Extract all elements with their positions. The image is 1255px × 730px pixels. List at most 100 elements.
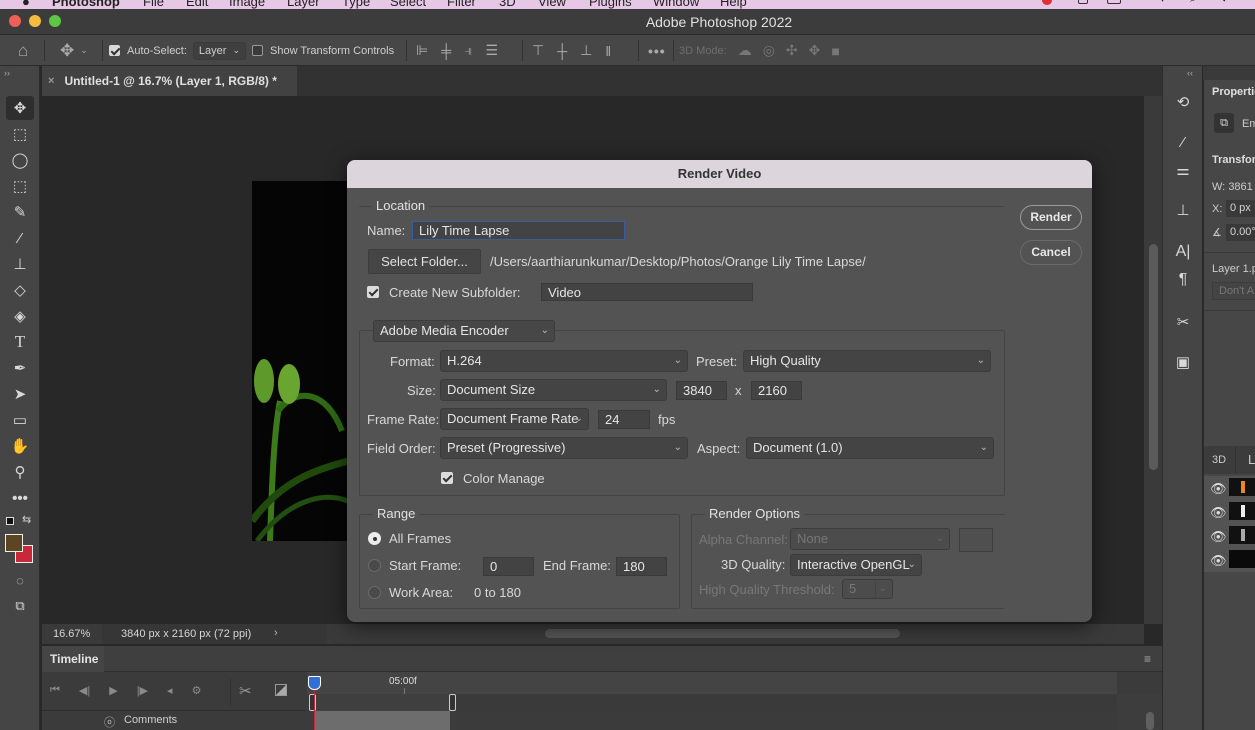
distribute-vertical-icon[interactable]: ☰ — [486, 42, 499, 59]
tray-window-icon[interactable] — [1078, 0, 1088, 4]
properties-title[interactable]: Properties — [1212, 86, 1255, 98]
move-tool-icon[interactable]: ✥ — [60, 41, 74, 61]
marquee-tool[interactable]: ⬚ — [6, 122, 34, 146]
close-tab-icon[interactable]: × — [48, 75, 54, 87]
fps-input[interactable]: 24 — [598, 410, 650, 429]
expand-panel-icon[interactable]: ›› — [4, 68, 10, 78]
edit-toolbar-icon[interactable]: ••• — [6, 486, 34, 510]
screen-mode-icon[interactable]: ⧉ — [6, 594, 34, 618]
horizontal-scrollbar[interactable] — [545, 629, 900, 638]
show-transform-checkbox[interactable] — [252, 45, 263, 56]
layer-thumbnail[interactable] — [1229, 526, 1255, 544]
home-icon[interactable]: ⌂ — [18, 41, 28, 61]
rectangle-tool[interactable]: ▭ — [6, 408, 34, 432]
width-input[interactable]: 3840 — [676, 381, 727, 400]
distribute-horizontal-icon[interactable]: ‖ — [605, 43, 611, 59]
hand-tool[interactable]: ✋ — [6, 434, 34, 458]
3d-orbit-icon[interactable]: ☁ — [738, 42, 752, 59]
name-input[interactable]: Lily Time Lapse — [412, 221, 625, 240]
menu-edit[interactable]: Edit — [186, 0, 208, 9]
playhead-handle[interactable] — [308, 676, 321, 690]
alpha-channel-dropdown[interactable]: None ⌄ — [790, 528, 950, 550]
auto-select-dropdown[interactable]: Layer ⌄ — [192, 41, 246, 60]
align-top-icon[interactable]: ⊤ — [532, 42, 544, 59]
preset-dropdown[interactable]: High Quality ⌄ — [743, 350, 991, 372]
align-vertical-center-icon[interactable]: ┼ — [557, 43, 567, 59]
audio-icon[interactable]: ◂ — [167, 684, 173, 697]
adjustments-icon[interactable]: ⚌ — [1169, 158, 1197, 182]
all-frames-radio[interactable] — [368, 532, 381, 545]
character-panel-icon[interactable]: A| — [1169, 240, 1197, 264]
menu-photoshop[interactable]: Photoshop — [52, 0, 120, 9]
comments-stopwatch-icon[interactable]: ⓞ — [104, 714, 115, 730]
swap-colors-icon[interactable]: ⇆ — [22, 513, 31, 526]
brush-settings-icon[interactable]: ⁄ — [1169, 130, 1197, 154]
menu-plugins[interactable]: Plugins — [589, 0, 632, 9]
object-select-tool[interactable]: ⬚ — [6, 174, 34, 198]
type-tool[interactable]: T — [6, 330, 34, 354]
threshold-dropdown[interactable]: 5 ⌄ — [842, 579, 893, 599]
color-manage-checkbox[interactable] — [441, 472, 453, 484]
tab-3d[interactable]: 3D — [1204, 446, 1236, 474]
time-ruler[interactable] — [307, 672, 1117, 694]
vertical-scrollbar[interactable] — [1149, 244, 1158, 470]
next-frame-icon[interactable]: |▶ — [137, 684, 148, 697]
create-subfolder-checkbox[interactable] — [367, 286, 379, 298]
previous-frame-icon[interactable]: ◀| — [79, 684, 90, 697]
split-at-playhead-icon[interactable]: ✂ — [239, 682, 252, 700]
timeline-tab[interactable]: Timeline — [42, 646, 104, 672]
default-colors-icon[interactable] — [6, 517, 14, 525]
zoom-level[interactable]: 16.67% — [53, 628, 90, 640]
stamp-tool[interactable]: ⊥ — [6, 252, 34, 276]
layer-thumbnail[interactable] — [1229, 550, 1255, 568]
3d-roll-icon[interactable]: ◎ — [763, 42, 775, 59]
field-order-dropdown[interactable]: Preset (Progressive) ⌄ — [440, 437, 688, 459]
foreground-color-swatch[interactable] — [5, 534, 23, 552]
more-options-icon[interactable]: ••• — [648, 43, 666, 59]
subfolder-input[interactable]: Video — [541, 283, 753, 301]
3d-pan-icon[interactable]: ✣ — [786, 42, 798, 59]
document-image[interactable] — [252, 181, 348, 541]
angle-field[interactable]: 0.00° — [1226, 224, 1255, 241]
clone-source-icon[interactable]: ⊥ — [1169, 198, 1197, 222]
transition-icon[interactable] — [275, 684, 287, 696]
menu-window[interactable]: Window — [653, 0, 699, 9]
menu-type[interactable]: Type — [342, 0, 370, 9]
tool-preset-chevron-icon[interactable]: ⌄ — [80, 45, 88, 56]
start-frame-input[interactable]: 0 — [483, 557, 534, 576]
align-right-icon[interactable]: ⫣ — [464, 42, 472, 59]
collapse-panels-icon[interactable]: ‹‹ — [1187, 68, 1193, 78]
path-select-tool[interactable]: ➤ — [6, 382, 34, 406]
menu-layer[interactable]: Layer — [287, 0, 320, 9]
pen-tool[interactable]: ✒ — [6, 356, 34, 380]
matte-color-swatch[interactable] — [959, 528, 993, 552]
tool-presets-icon[interactable]: ✂ — [1169, 310, 1197, 334]
history-panel-icon[interactable]: ⟲ — [1169, 90, 1197, 114]
align-bottom-icon[interactable]: ⊥ — [580, 42, 592, 59]
play-icon[interactable]: ▶ — [109, 684, 117, 697]
select-folder-button[interactable]: Select Folder... — [368, 249, 481, 274]
menu-3d[interactable]: 3D — [499, 0, 516, 9]
layer-thumbnail[interactable] — [1229, 502, 1255, 520]
cancel-button[interactable]: Cancel — [1020, 240, 1082, 265]
brush-tool[interactable]: ⁄ — [6, 226, 34, 250]
document-tab[interactable]: × Untitled-1 @ 16.7% (Layer 1, RGB/8) * — [42, 66, 297, 96]
menu-view[interactable]: View — [538, 0, 566, 9]
layer-thumbnail[interactable] — [1229, 478, 1255, 496]
first-frame-icon[interactable]: ⏮ — [50, 684, 60, 697]
layer-visibility-icon[interactable]: 👁 — [1210, 553, 1227, 569]
work-area-end-handle[interactable] — [449, 694, 456, 711]
quick-mask-icon[interactable]: ◌ — [6, 568, 34, 592]
playback-settings-icon[interactable]: ⚙ — [192, 684, 202, 697]
3d-camera-icon[interactable]: ■ — [831, 43, 839, 59]
spotlight-search-icon[interactable]: ⌕ — [1190, 0, 1196, 5]
layer-visibility-icon[interactable]: 👁 — [1210, 529, 1227, 545]
status-menu-chevron-icon[interactable]: › — [274, 627, 278, 639]
apple-icon[interactable]: ● — [22, 0, 30, 9]
eyedropper-tool[interactable]: ✎ — [6, 200, 34, 224]
tab-layers[interactable]: L — [1248, 452, 1255, 467]
layer-visibility-icon[interactable]: 👁 — [1210, 505, 1227, 521]
control-center-icon[interactable]: ◐ — [1222, 0, 1228, 5]
height-input[interactable]: 2160 — [751, 381, 802, 400]
menu-help[interactable]: Help — [720, 0, 747, 9]
